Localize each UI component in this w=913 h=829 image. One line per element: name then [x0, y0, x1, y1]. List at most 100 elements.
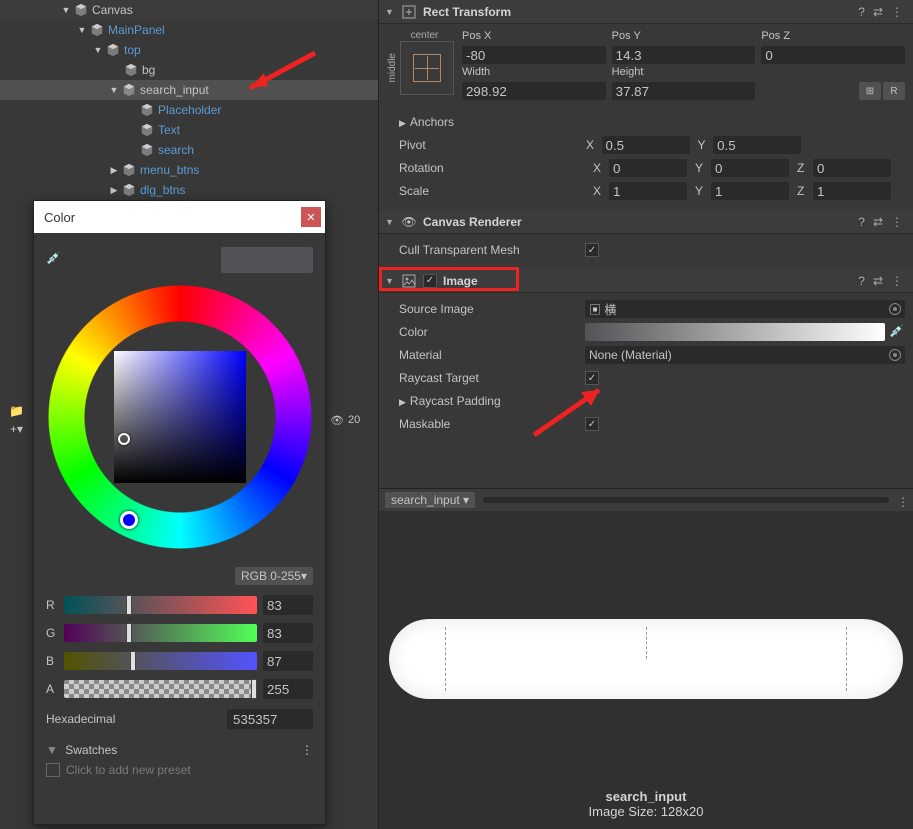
preview-menu-icon[interactable]: ⋮ [897, 495, 907, 505]
pivot-x-input[interactable] [602, 136, 690, 154]
gameobject-icon [122, 83, 136, 97]
add-preset-button[interactable]: Click to add new preset [46, 763, 313, 777]
g-slider[interactable] [64, 624, 257, 642]
a-label: A [46, 682, 64, 696]
posz-input[interactable] [761, 46, 905, 64]
height-input[interactable] [612, 82, 756, 100]
gameobject-icon [140, 143, 154, 157]
pivot-y-input[interactable] [713, 136, 801, 154]
tree-row-top[interactable]: ▼ top [0, 40, 378, 60]
object-picker-icon[interactable] [889, 349, 901, 361]
swatches-menu-icon[interactable]: ⋮ [301, 743, 313, 757]
r-slider[interactable] [64, 596, 257, 614]
color-picker-title: Color [44, 210, 75, 225]
source-image-label: Source Image [387, 302, 585, 316]
rect-transform-icon [401, 4, 417, 20]
close-button[interactable]: ✕ [301, 207, 321, 227]
menu-icon[interactable]: ⋮ [891, 274, 903, 288]
component-title: Image [443, 274, 854, 288]
color-field[interactable] [585, 323, 885, 341]
preview-image [389, 619, 903, 699]
b-input[interactable] [263, 651, 313, 671]
width-input[interactable] [462, 82, 606, 100]
sv-box[interactable] [114, 351, 246, 483]
hierarchy-panel: ▼ Canvas ▼ MainPanel ▼ top bg ▼ search_i… [0, 0, 378, 200]
image-enable-checkbox[interactable]: ✓ [423, 274, 437, 288]
component-header-image[interactable]: ▼ ✓ Image ? ⇄ ⋮ [379, 269, 913, 293]
tree-row-search-input[interactable]: ▼ search_input [0, 80, 378, 100]
posx-input[interactable] [462, 46, 606, 64]
preset-icon[interactable]: ⇄ [873, 5, 883, 19]
tree-row-placeholder[interactable]: Placeholder [0, 100, 378, 120]
g-input[interactable] [263, 623, 313, 643]
hue-cursor[interactable] [120, 511, 138, 529]
posy-input[interactable] [612, 46, 756, 64]
object-picker-icon[interactable] [889, 303, 901, 315]
preview-tab[interactable]: search_input ▾ [385, 492, 475, 508]
sv-cursor[interactable] [118, 433, 130, 445]
component-header-rect[interactable]: ▼ Rect Transform ? ⇄ ⋮ [379, 0, 913, 24]
foldout[interactable]: ▼ [92, 44, 104, 56]
scale-x-input[interactable] [609, 182, 687, 200]
foldout[interactable]: ▼ [76, 24, 88, 36]
foldout-icon[interactable]: ▼ [385, 7, 397, 17]
scale-z-input[interactable] [813, 182, 891, 200]
rot-z-input[interactable] [813, 159, 891, 177]
raycast-checkbox[interactable]: ✓ [585, 371, 599, 385]
maskable-checkbox[interactable]: ✓ [585, 417, 599, 431]
color-mode-dropdown[interactable]: RGB 0-255▾ [235, 567, 313, 585]
folder-icon[interactable]: 📁 [9, 404, 24, 418]
tree-row-menu-btns[interactable]: ▶ menu_btns [0, 160, 378, 180]
node-label: menu_btns [140, 163, 199, 177]
raycast-padding-label[interactable]: ▶Raycast Padding [387, 394, 585, 408]
visibility-icon[interactable]: 👁 [330, 414, 344, 427]
tree-row-search[interactable]: search [0, 140, 378, 160]
foldout-icon[interactable]: ▼ [385, 217, 397, 227]
a-input[interactable] [263, 679, 313, 699]
swatches-foldout[interactable]: ▼ [46, 743, 58, 757]
material-field[interactable]: None (Material) [585, 346, 905, 364]
tree-row-mainpanel[interactable]: ▼ MainPanel [0, 20, 378, 40]
color-picker-titlebar[interactable]: Color ✕ [34, 201, 325, 233]
help-icon[interactable]: ? [858, 5, 865, 19]
posz-label: Pos Z [761, 30, 905, 44]
help-icon[interactable]: ? [858, 215, 865, 229]
rot-y-input[interactable] [711, 159, 789, 177]
menu-icon[interactable]: ⋮ [891, 215, 903, 229]
eyedropper-icon[interactable]: 💉 [46, 251, 64, 269]
hex-input[interactable] [227, 709, 313, 729]
preview-zoom-slider[interactable] [483, 497, 889, 503]
foldout[interactable]: ▼ [60, 4, 72, 16]
foldout[interactable]: ▶ [108, 164, 120, 176]
add-icon[interactable]: +▾ [10, 422, 23, 436]
a-slider[interactable] [64, 680, 257, 698]
color-wheel[interactable] [48, 285, 312, 549]
gameobject-icon [122, 163, 136, 177]
preset-icon[interactable]: ⇄ [873, 274, 883, 288]
foldout-icon[interactable]: ▼ [385, 276, 397, 286]
raw-edit-button[interactable]: R [883, 82, 905, 100]
tree-row-canvas[interactable]: ▼ Canvas [0, 0, 378, 20]
foldout[interactable]: ▼ [108, 84, 120, 96]
preset-icon[interactable]: ⇄ [873, 215, 883, 229]
b-slider[interactable] [64, 652, 257, 670]
anchors-label[interactable]: ▶Anchors [387, 115, 585, 129]
anchor-preset-button[interactable] [400, 41, 454, 95]
component-header-canvasrenderer[interactable]: ▼ 👁 Canvas Renderer ? ⇄ ⋮ [379, 210, 913, 234]
help-icon[interactable]: ? [858, 274, 865, 288]
tree-row-bg[interactable]: bg [0, 60, 378, 80]
menu-icon[interactable]: ⋮ [891, 5, 903, 19]
foldout[interactable]: ▶ [108, 184, 120, 196]
blueprint-button[interactable]: ⊞ [859, 82, 881, 100]
source-image-field[interactable]: ▣ 横 [585, 300, 905, 318]
rot-x-input[interactable] [609, 159, 687, 177]
inspector-panel: ▼ Rect Transform ? ⇄ ⋮ center middle Pos… [378, 0, 913, 829]
r-input[interactable] [263, 595, 313, 615]
tree-row-text[interactable]: Text [0, 120, 378, 140]
anchor-label-v: middle [387, 53, 398, 82]
tree-row-dlg-btns[interactable]: ▶ dlg_btns [0, 180, 378, 200]
eyedropper-icon[interactable]: 💉 [889, 324, 905, 340]
cull-checkbox[interactable]: ✓ [585, 243, 599, 257]
r-label: R [46, 598, 64, 612]
scale-y-input[interactable] [711, 182, 789, 200]
